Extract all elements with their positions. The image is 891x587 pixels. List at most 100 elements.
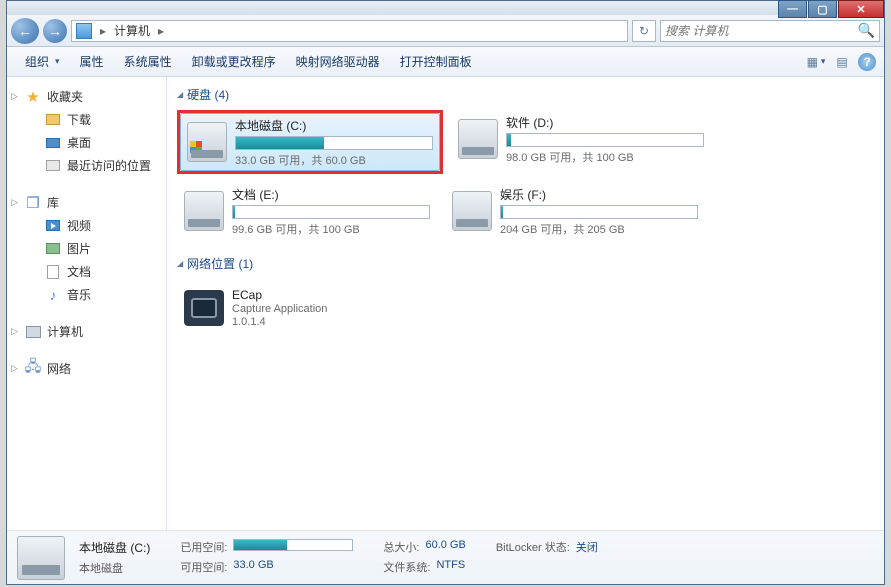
help-button[interactable]: ?	[858, 53, 876, 71]
minimize-button[interactable]: —	[778, 0, 807, 18]
video-icon	[45, 218, 61, 234]
section-network-locations[interactable]: 网络位置 (1)	[177, 252, 874, 275]
network-app-ecap[interactable]: ECap Capture Application 1.0.1.4	[177, 279, 437, 337]
sidebar-recent[interactable]: 最近访问的位置	[7, 154, 166, 177]
titlebar: — ▢ ✕	[7, 1, 884, 15]
drive-usage-bar	[235, 136, 433, 150]
system-properties-button[interactable]: 系统属性	[114, 49, 182, 74]
close-button[interactable]: ✕	[838, 0, 884, 18]
refresh-button[interactable]: ↻	[632, 20, 656, 42]
section-label: 网络位置 (1)	[187, 255, 253, 272]
computer-icon	[76, 23, 92, 39]
sidebar-music[interactable]: ♪ 音乐	[7, 283, 166, 306]
control-panel-button[interactable]: 打开控制面板	[390, 49, 482, 74]
star-icon: ★	[25, 89, 41, 105]
folder-icon	[45, 112, 61, 128]
sidebar-pictures[interactable]: 图片	[7, 237, 166, 260]
sidebar-label: 计算机	[47, 323, 83, 340]
recent-icon	[45, 158, 61, 174]
bitlocker-value: 关闭	[576, 539, 598, 555]
computer-icon	[25, 324, 41, 340]
music-icon: ♪	[45, 287, 61, 303]
uninstall-button[interactable]: 卸载或更改程序	[182, 49, 286, 74]
library-icon: ❒	[25, 195, 41, 211]
sidebar-label: 桌面	[67, 134, 91, 151]
filesystem-value: NTFS	[436, 559, 465, 575]
sidebar-favorites[interactable]: ★ 收藏夹	[7, 85, 166, 108]
sidebar-label: 文档	[67, 263, 91, 280]
bitlocker-label: BitLocker 状态:	[496, 539, 570, 555]
breadcrumb-computer[interactable]: 计算机	[114, 22, 150, 39]
properties-button[interactable]: 属性	[70, 49, 114, 74]
drive-space: 98.0 GB 可用，共 100 GB	[506, 149, 704, 165]
drive-space: 204 GB 可用，共 205 GB	[500, 221, 698, 237]
network-icon: 🖧	[25, 361, 41, 377]
sidebar-label: 视频	[67, 217, 91, 234]
drive-name: 软件 (D:)	[506, 114, 704, 131]
drive-icon	[452, 191, 492, 231]
sidebar-downloads[interactable]: 下载	[7, 108, 166, 131]
camera-icon	[184, 290, 224, 326]
navigation-pane: ★收藏夹 下载 桌面 最近访问的位置 ❒库 视频 图片 文档 ♪音乐 计算机 🖧…	[7, 77, 167, 530]
details-title: 本地磁盘 (C:)	[79, 539, 150, 556]
sidebar-desktop[interactable]: 桌面	[7, 131, 166, 154]
drive-usage-bar	[500, 205, 698, 219]
explorer-window: — ▢ ✕ ← → ▸ 计算机 ▸ ↻ 🔍 组织 属性 系统属性 卸载或更改程序…	[6, 0, 885, 585]
section-label: 硬盘 (4)	[187, 86, 229, 103]
sidebar-computer[interactable]: 计算机	[7, 320, 166, 343]
drive-item[interactable]: 文档 (E:) 99.6 GB 可用，共 100 GB	[177, 182, 437, 240]
drive-item[interactable]: 软件 (D:) 98.0 GB 可用，共 100 GB	[451, 110, 711, 168]
back-button[interactable]: ←	[11, 18, 39, 44]
preview-pane-button[interactable]: ▤	[832, 52, 852, 72]
sidebar-label: 下载	[67, 111, 91, 128]
drive-icon	[187, 122, 227, 162]
drive-item[interactable]: 娱乐 (F:) 204 GB 可用，共 205 GB	[445, 182, 705, 240]
sidebar-label: 图片	[67, 240, 91, 257]
drive-space: 99.6 GB 可用，共 100 GB	[232, 221, 430, 237]
drive-usage-bar	[506, 133, 704, 147]
sidebar-network[interactable]: 🖧网络	[7, 357, 166, 380]
content-area: 硬盘 (4) 本地磁盘 (C:) 33.0 GB 可用，共 60.0 GB 软件…	[167, 77, 884, 530]
sidebar-label: 音乐	[67, 286, 91, 303]
sidebar-libraries[interactable]: ❒库	[7, 191, 166, 214]
filesystem-label: 文件系统:	[383, 559, 430, 575]
drive-icon	[17, 536, 65, 580]
forward-button[interactable]: →	[43, 19, 67, 43]
drive-name: 本地磁盘 (C:)	[235, 117, 433, 134]
app-name: ECap	[232, 288, 327, 302]
address-bar: ← → ▸ 计算机 ▸ ↻ 🔍	[7, 15, 884, 47]
search-input[interactable]	[665, 24, 858, 38]
sidebar-label: 库	[47, 194, 59, 211]
breadcrumb[interactable]: ▸ 计算机 ▸	[71, 20, 628, 42]
refresh-icon: ↻	[639, 24, 649, 38]
search-box[interactable]: 🔍	[660, 20, 880, 42]
total-size-label: 总大小:	[383, 539, 419, 555]
toolbar: 组织 属性 系统属性 卸载或更改程序 映射网络驱动器 打开控制面板 ▦ ▤ ?	[7, 47, 884, 77]
used-space-label: 已用空间:	[180, 539, 227, 555]
sidebar-documents[interactable]: 文档	[7, 260, 166, 283]
organize-button[interactable]: 组织	[15, 49, 70, 74]
free-space-label: 可用空间:	[180, 559, 227, 575]
total-size-value: 60.0 GB	[425, 539, 465, 555]
used-space-bar	[233, 539, 353, 551]
drive-item[interactable]: 本地磁盘 (C:) 33.0 GB 可用，共 60.0 GB	[180, 113, 440, 171]
drive-usage-bar	[232, 205, 430, 219]
details-subtitle: 本地磁盘	[79, 560, 123, 576]
picture-icon	[45, 241, 61, 257]
drive-space: 33.0 GB 可用，共 60.0 GB	[235, 152, 433, 168]
section-hard-disks[interactable]: 硬盘 (4)	[177, 83, 874, 106]
sidebar-videos[interactable]: 视频	[7, 214, 166, 237]
document-icon	[45, 264, 61, 280]
breadcrumb-sep-icon: ▸	[98, 24, 108, 38]
free-space-value: 33.0 GB	[233, 559, 273, 575]
map-drive-button[interactable]: 映射网络驱动器	[286, 49, 390, 74]
maximize-button[interactable]: ▢	[808, 0, 837, 18]
search-icon: 🔍	[858, 22, 875, 39]
drive-icon	[184, 191, 224, 231]
drive-name: 文档 (E:)	[232, 186, 430, 203]
view-options-button[interactable]: ▦	[806, 52, 826, 72]
app-description: Capture Application	[232, 303, 327, 315]
sidebar-label: 收藏夹	[47, 88, 83, 105]
details-pane: 本地磁盘 (C:) 本地磁盘 已用空间: 可用空间: 33.0 GB 总大小: 60…	[7, 530, 884, 584]
breadcrumb-sep-icon: ▸	[156, 24, 166, 38]
